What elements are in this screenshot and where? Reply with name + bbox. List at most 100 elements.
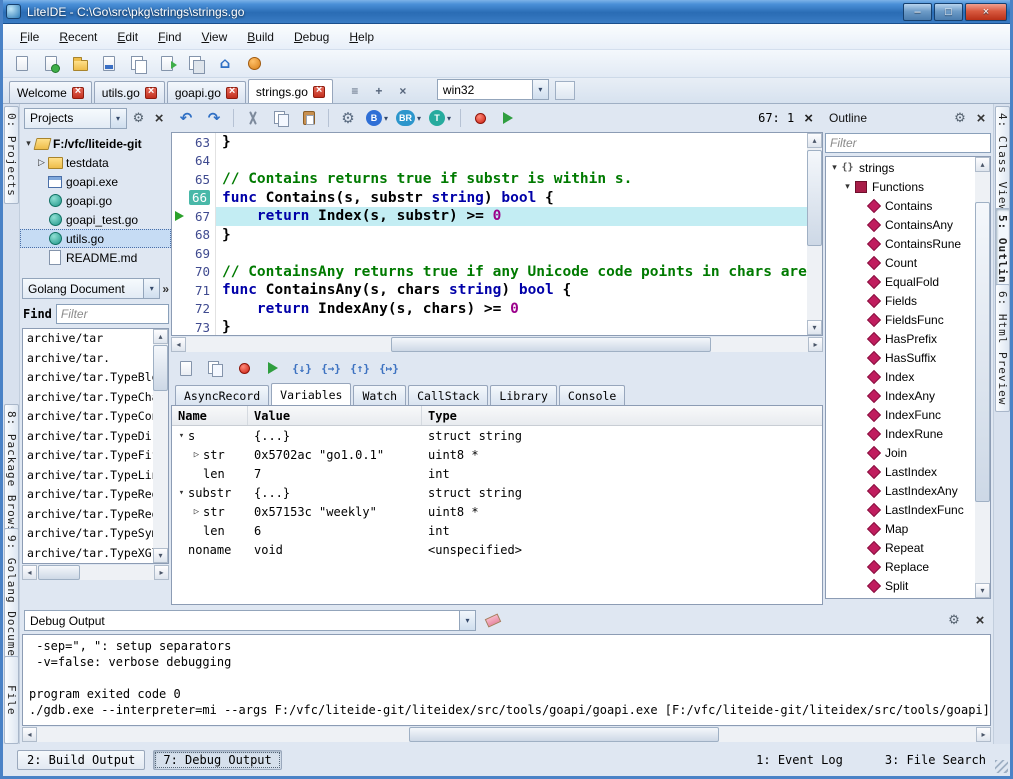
outline-item-repeat[interactable]: Repeat <box>826 538 975 557</box>
projects-close-icon[interactable] <box>150 109 168 127</box>
scroll-down-icon[interactable] <box>975 583 990 598</box>
projects-hscrollbar[interactable] <box>22 565 169 580</box>
titlebar[interactable]: LiteIDE - C:\Go\src\pkg\strings\strings.… <box>0 0 1013 24</box>
debug-tab-variables[interactable]: Variables <box>271 383 351 405</box>
editor-vscrollbar[interactable] <box>807 133 822 335</box>
editor-line-66[interactable]: 66func Contains(s, substr string) bool { <box>172 189 807 208</box>
build-run-menu-icon[interactable]: BR <box>395 107 422 129</box>
output-combo[interactable]: Debug Output <box>24 610 476 631</box>
variable-row-str[interactable]: ▷str0x5702ac "go1.0.1"uint8 * <box>172 445 822 464</box>
editor-line-68[interactable]: 68} <box>172 226 807 245</box>
editor-line-73[interactable]: 73} <box>172 318 807 335</box>
debug-export-icon[interactable] <box>204 357 226 379</box>
variable-row-substr[interactable]: ▾substr{...}struct string <box>172 483 822 502</box>
doc-list-item[interactable]: archive/tar <box>23 329 153 349</box>
editor-gutter[interactable]: 70 <box>172 263 216 282</box>
project-tree-item-testdata[interactable]: ▷testdata <box>20 153 171 172</box>
outline-item-count[interactable]: Count <box>826 253 975 272</box>
side-tab-file-system[interactable]: File System <box>4 656 19 744</box>
target-combo[interactable]: win32 <box>437 79 549 100</box>
close-button[interactable]: × <box>965 3 1007 21</box>
debug-tab-callstack[interactable]: CallStack <box>408 385 488 405</box>
editor-gutter[interactable]: 65 <box>172 170 216 189</box>
outline-item-contains[interactable]: Contains <box>826 196 975 215</box>
doc-list-item[interactable]: archive/tar.TypeXGlobalHeader <box>23 544 153 564</box>
edit-env-button[interactable] <box>555 81 575 100</box>
scroll-left-icon[interactable] <box>22 565 37 580</box>
editor-gutter[interactable]: 67 <box>172 207 216 226</box>
outline-item-equalfold[interactable]: EqualFold <box>826 272 975 291</box>
status-1-event-log[interactable]: 1: Event Log <box>746 750 853 770</box>
cut-icon[interactable] <box>242 107 264 129</box>
outline-item-indexfunc[interactable]: IndexFunc <box>826 405 975 424</box>
doc-list-item[interactable]: archive/tar.TypeBlock <box>23 368 153 388</box>
tab-close-icon[interactable] <box>72 87 84 99</box>
project-tree-item-readme-md[interactable]: README.md <box>20 248 171 267</box>
side-tab-6-html-preview[interactable]: 6: Html Preview <box>995 284 1010 412</box>
scroll-track[interactable] <box>975 172 990 583</box>
projects-gear-icon[interactable] <box>130 109 148 127</box>
step-into-icon[interactable]: {↓} <box>291 357 313 379</box>
reload-file-icon[interactable] <box>156 53 178 75</box>
test-menu-icon[interactable]: T <box>428 107 452 129</box>
scroll-thumb[interactable] <box>391 337 711 352</box>
save-file-icon[interactable] <box>98 53 120 75</box>
outline-item-lastindex[interactable]: LastIndex <box>826 462 975 481</box>
output-hscrollbar[interactable] <box>22 727 991 742</box>
outline-item-replace[interactable]: Replace <box>826 557 975 576</box>
tab-utils-go[interactable]: utils.go <box>94 81 165 103</box>
outline-gear-icon[interactable] <box>951 109 969 127</box>
editor-hscrollbar[interactable] <box>171 337 823 352</box>
build-menu-icon[interactable]: B <box>365 107 389 129</box>
outline-item-lastindexfunc[interactable]: LastIndexFunc <box>826 500 975 519</box>
doc-list-vscrollbar[interactable] <box>153 329 168 563</box>
outline-item-containsany[interactable]: ContainsAny <box>826 215 975 234</box>
editor-gutter[interactable]: 71 <box>172 281 216 300</box>
project-tree-item-goapi_test-go[interactable]: goapi_test.go <box>20 210 171 229</box>
doc-list-item[interactable]: archive/tar.TypeChar <box>23 388 153 408</box>
project-tree-item-f-vfc-liteide-git[interactable]: ▾F:/vfc/liteide-git <box>20 134 171 153</box>
scroll-down-icon[interactable] <box>807 320 822 335</box>
menu-item-debug[interactable]: Debug <box>285 26 338 48</box>
scroll-thumb[interactable] <box>153 345 168 391</box>
continue-icon[interactable] <box>262 357 284 379</box>
outline-item-functions[interactable]: ▾Functions <box>826 177 975 196</box>
maximize-button[interactable]: □ <box>934 3 963 21</box>
menu-item-find[interactable]: Find <box>149 26 190 48</box>
scroll-track[interactable] <box>37 565 154 580</box>
outline-item-split[interactable]: Split <box>826 576 975 595</box>
editor-line-64[interactable]: 64 <box>172 152 807 171</box>
scroll-thumb[interactable] <box>975 202 990 502</box>
scroll-thumb[interactable] <box>807 150 822 246</box>
editor-gutter[interactable]: 72 <box>172 300 216 319</box>
home-icon[interactable]: ⌂ <box>214 53 236 75</box>
status-7-debug-output[interactable]: 7: Debug Output <box>153 750 281 770</box>
editor-line-71[interactable]: 71func ContainsAny(s, chars string) bool… <box>172 281 807 300</box>
open-file-icon[interactable] <box>40 53 62 75</box>
target-combo-arrow-icon[interactable] <box>532 80 548 99</box>
side-tab-0-projects[interactable]: 0: Projects <box>4 106 19 204</box>
editor-gutter[interactable]: 64 <box>172 152 216 171</box>
outline-item-splitafter[interactable]: SplitAfter <box>826 595 975 598</box>
scroll-up-icon[interactable] <box>807 133 822 148</box>
status-2-build-output[interactable]: 2: Build Output <box>17 750 145 770</box>
output-combo-arrow-icon[interactable] <box>459 611 475 630</box>
expander-icon[interactable]: ▾ <box>842 181 853 192</box>
doc-list-item[interactable]: archive/tar.TypeFifo <box>23 446 153 466</box>
editor-gutter[interactable]: 69 <box>172 244 216 263</box>
tab-close-icon[interactable] <box>226 87 238 99</box>
golang-document-combo-arrow-icon[interactable] <box>143 279 159 298</box>
expander-icon[interactable]: ▷ <box>191 450 202 460</box>
output-close-icon[interactable] <box>971 612 989 630</box>
editor-line-65[interactable]: 65// Contains returns true if substr is … <box>172 170 807 189</box>
outline-vscrollbar[interactable] <box>975 157 990 598</box>
debug-tab-console[interactable]: Console <box>559 385 625 405</box>
project-tree-item-goapi-exe[interactable]: goapi.exe <box>20 172 171 191</box>
variable-row-noname[interactable]: nonamevoid<unspecified> <box>172 540 822 559</box>
expander-icon[interactable]: ▾ <box>23 138 34 149</box>
debug-start-icon[interactable] <box>497 107 519 129</box>
build-settings-icon[interactable]: ⚙ <box>337 107 359 129</box>
export-icon[interactable] <box>185 53 207 75</box>
tab-list-icon[interactable]: ≡ <box>345 81 365 100</box>
variable-row-len[interactable]: len7int <box>172 464 822 483</box>
